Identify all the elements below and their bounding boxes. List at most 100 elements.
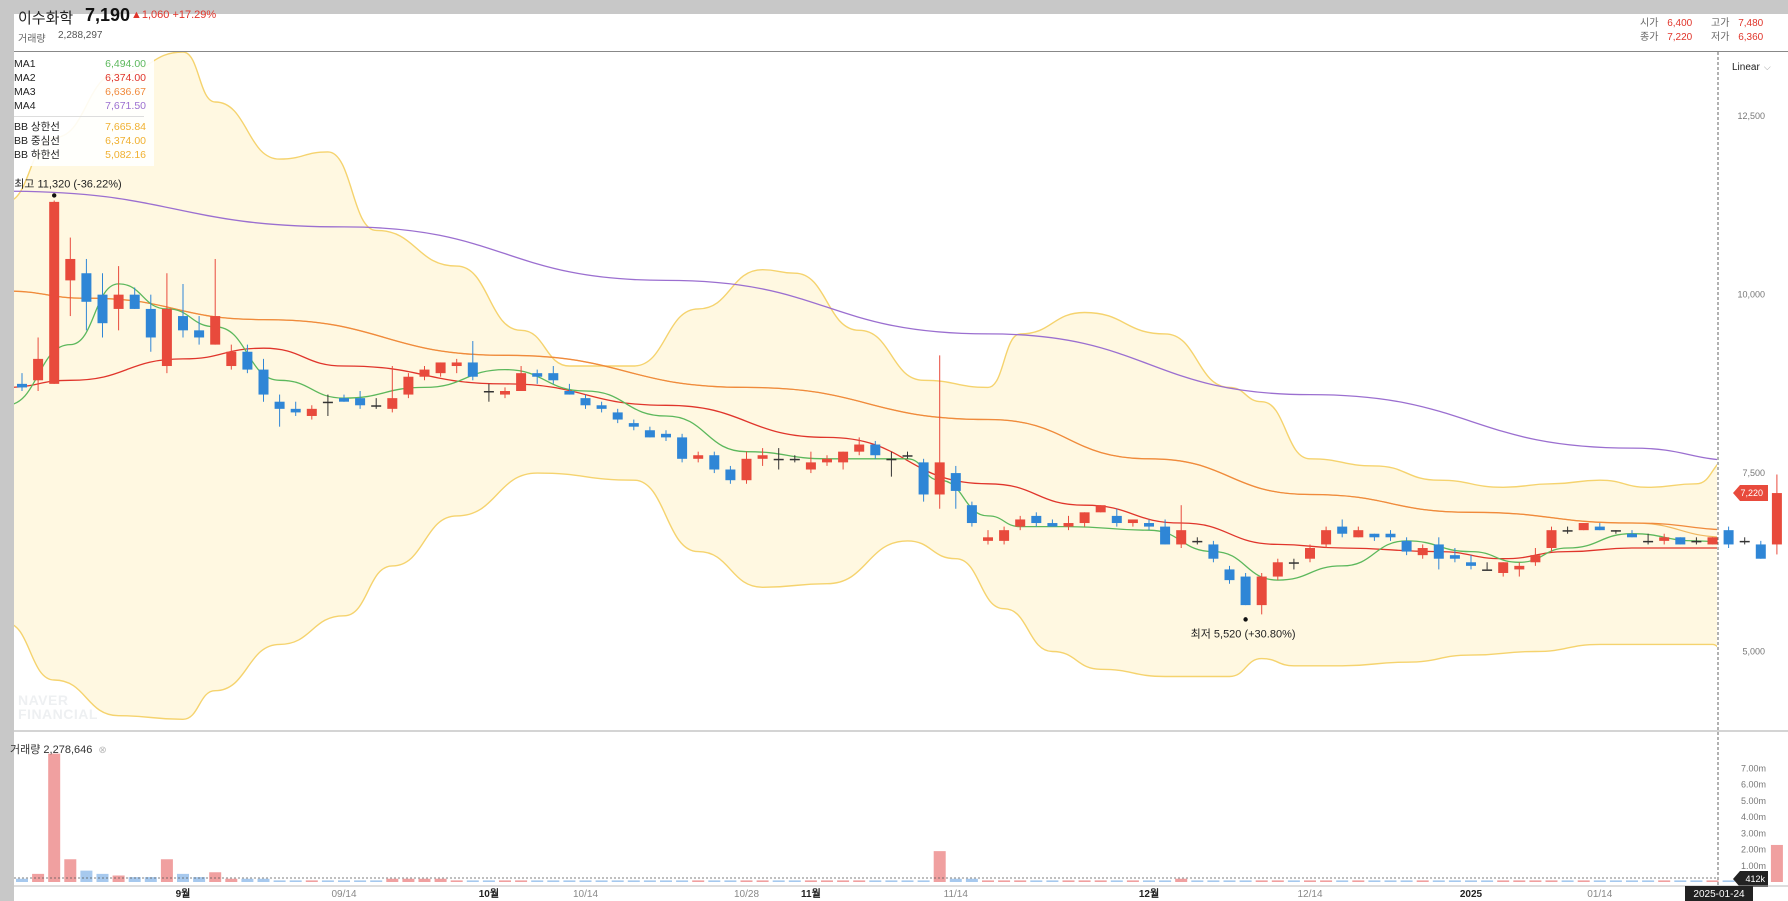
x-tick-label: 11월 <box>801 888 821 900</box>
candle-body <box>339 398 349 402</box>
candle-body <box>1610 530 1621 532</box>
candle-body <box>1127 519 1138 524</box>
candle-body <box>1288 562 1299 564</box>
extreme-label: 최저 5,520 (+30.80%) <box>1191 627 1296 640</box>
volume-bar <box>1416 880 1429 882</box>
candle-body <box>161 308 172 367</box>
volume-bar <box>563 880 576 882</box>
volume-bar <box>1271 880 1284 882</box>
volume-bar <box>1609 880 1622 882</box>
candle-body <box>1240 576 1251 606</box>
candle-body <box>661 433 671 438</box>
candle-body <box>838 451 849 463</box>
price-tick-label: 5,000 <box>1742 646 1765 656</box>
extreme-marker <box>1243 617 1248 622</box>
indicator-legend: MA1 6,494.00 MA2 6,374.00 MA3 6,636.67 MA4 7… <box>14 56 154 166</box>
volume-bar <box>1030 880 1043 882</box>
candle-body <box>966 505 977 524</box>
volume-bar <box>209 872 222 882</box>
candle-body <box>49 201 60 384</box>
volume-bar <box>821 880 833 882</box>
candle-body <box>1401 540 1412 552</box>
candle-body <box>677 437 688 459</box>
current-price-label: 7,220 <box>1740 488 1763 498</box>
volume-tick-label: 3.00m <box>1741 828 1766 838</box>
candle-body <box>918 462 929 495</box>
volume-bar <box>482 880 495 882</box>
volume-bar <box>627 880 640 882</box>
naver-financial-watermark: NAVER FINANCIAL <box>18 693 98 721</box>
candle-body <box>1208 544 1219 559</box>
candle-body <box>322 401 333 404</box>
legend-ma1: MA1 6,494.00 <box>14 57 154 71</box>
legend-bb-upper: BB 상한선 7,665.84 <box>14 120 154 134</box>
volume-bar <box>1239 880 1252 882</box>
volume-bar <box>853 880 866 882</box>
candle-body <box>1192 540 1203 543</box>
candle-body <box>1079 512 1090 524</box>
volume-bar <box>660 880 672 882</box>
volume-bar <box>450 880 463 882</box>
volume-tick-label: 7.00m <box>1741 763 1766 773</box>
candle-body <box>822 458 832 463</box>
extreme-label: 최고 11,320 (-36.22%) <box>14 177 121 190</box>
volume-bar <box>1690 880 1703 882</box>
candle-body <box>1433 544 1444 559</box>
volume-bar <box>998 880 1011 882</box>
volume-bar <box>386 878 399 882</box>
scale-mode-dropdown[interactable]: Linear ⌵ <box>1732 62 1771 73</box>
candle-body <box>1627 533 1637 538</box>
volume-bar <box>724 880 737 882</box>
candle-body <box>709 455 720 470</box>
candle-body <box>33 358 44 381</box>
volume-bar <box>1481 880 1494 882</box>
candle-body <box>805 462 816 470</box>
volume-bar <box>1078 880 1091 882</box>
candle-body <box>1015 519 1026 527</box>
volume-bar <box>1046 880 1059 882</box>
candle-body <box>419 369 430 377</box>
candle-body <box>596 405 607 409</box>
candle-body <box>145 308 156 338</box>
candle-body <box>612 412 623 420</box>
legend-ma4: MA4 7,671.50 <box>14 99 154 113</box>
volume-bar <box>1400 880 1413 882</box>
candle-body <box>1643 540 1654 543</box>
candle-body <box>467 362 478 377</box>
price-chart[interactable]: 5,000 7,500 10,000 12,500 최고 11,320 (-36.22%… <box>0 0 1788 901</box>
volume-bar <box>1497 880 1510 882</box>
candle-body <box>886 458 897 461</box>
candle-body <box>628 423 639 427</box>
volume-bar <box>579 880 592 882</box>
volume-bar <box>64 859 77 882</box>
volume-bar <box>1191 880 1204 882</box>
candle-body <box>532 373 543 377</box>
volume-bar <box>515 880 528 882</box>
candle-body <box>129 294 140 309</box>
date-cursor-label: 2025-01-24 <box>1693 889 1745 900</box>
volume-bar <box>305 880 318 882</box>
volume-bar <box>48 753 61 882</box>
candle-body <box>580 398 591 406</box>
candle-body <box>1514 565 1525 570</box>
volume-bar <box>708 880 721 882</box>
candle-body <box>741 458 752 481</box>
candle-body <box>1739 540 1750 543</box>
volume-bar <box>289 880 302 882</box>
close-icon[interactable]: ⊗ <box>98 745 106 756</box>
candle-body <box>387 398 398 409</box>
volume-bar <box>402 878 415 882</box>
candle-body <box>1498 562 1509 573</box>
volume-bar <box>1126 880 1139 882</box>
scale-mode-label: Linear <box>1732 62 1760 73</box>
volume-bar <box>466 880 479 882</box>
candle-body <box>210 316 221 345</box>
candle-body <box>1176 530 1187 545</box>
candle-body <box>1353 530 1364 538</box>
price-tick-label: 7,500 <box>1742 468 1765 478</box>
candle-body <box>1659 537 1670 541</box>
x-tick-label: 9월 <box>176 888 191 900</box>
volume-bar <box>692 880 705 882</box>
candle-body <box>1755 544 1766 559</box>
volume-bar <box>1384 880 1397 882</box>
